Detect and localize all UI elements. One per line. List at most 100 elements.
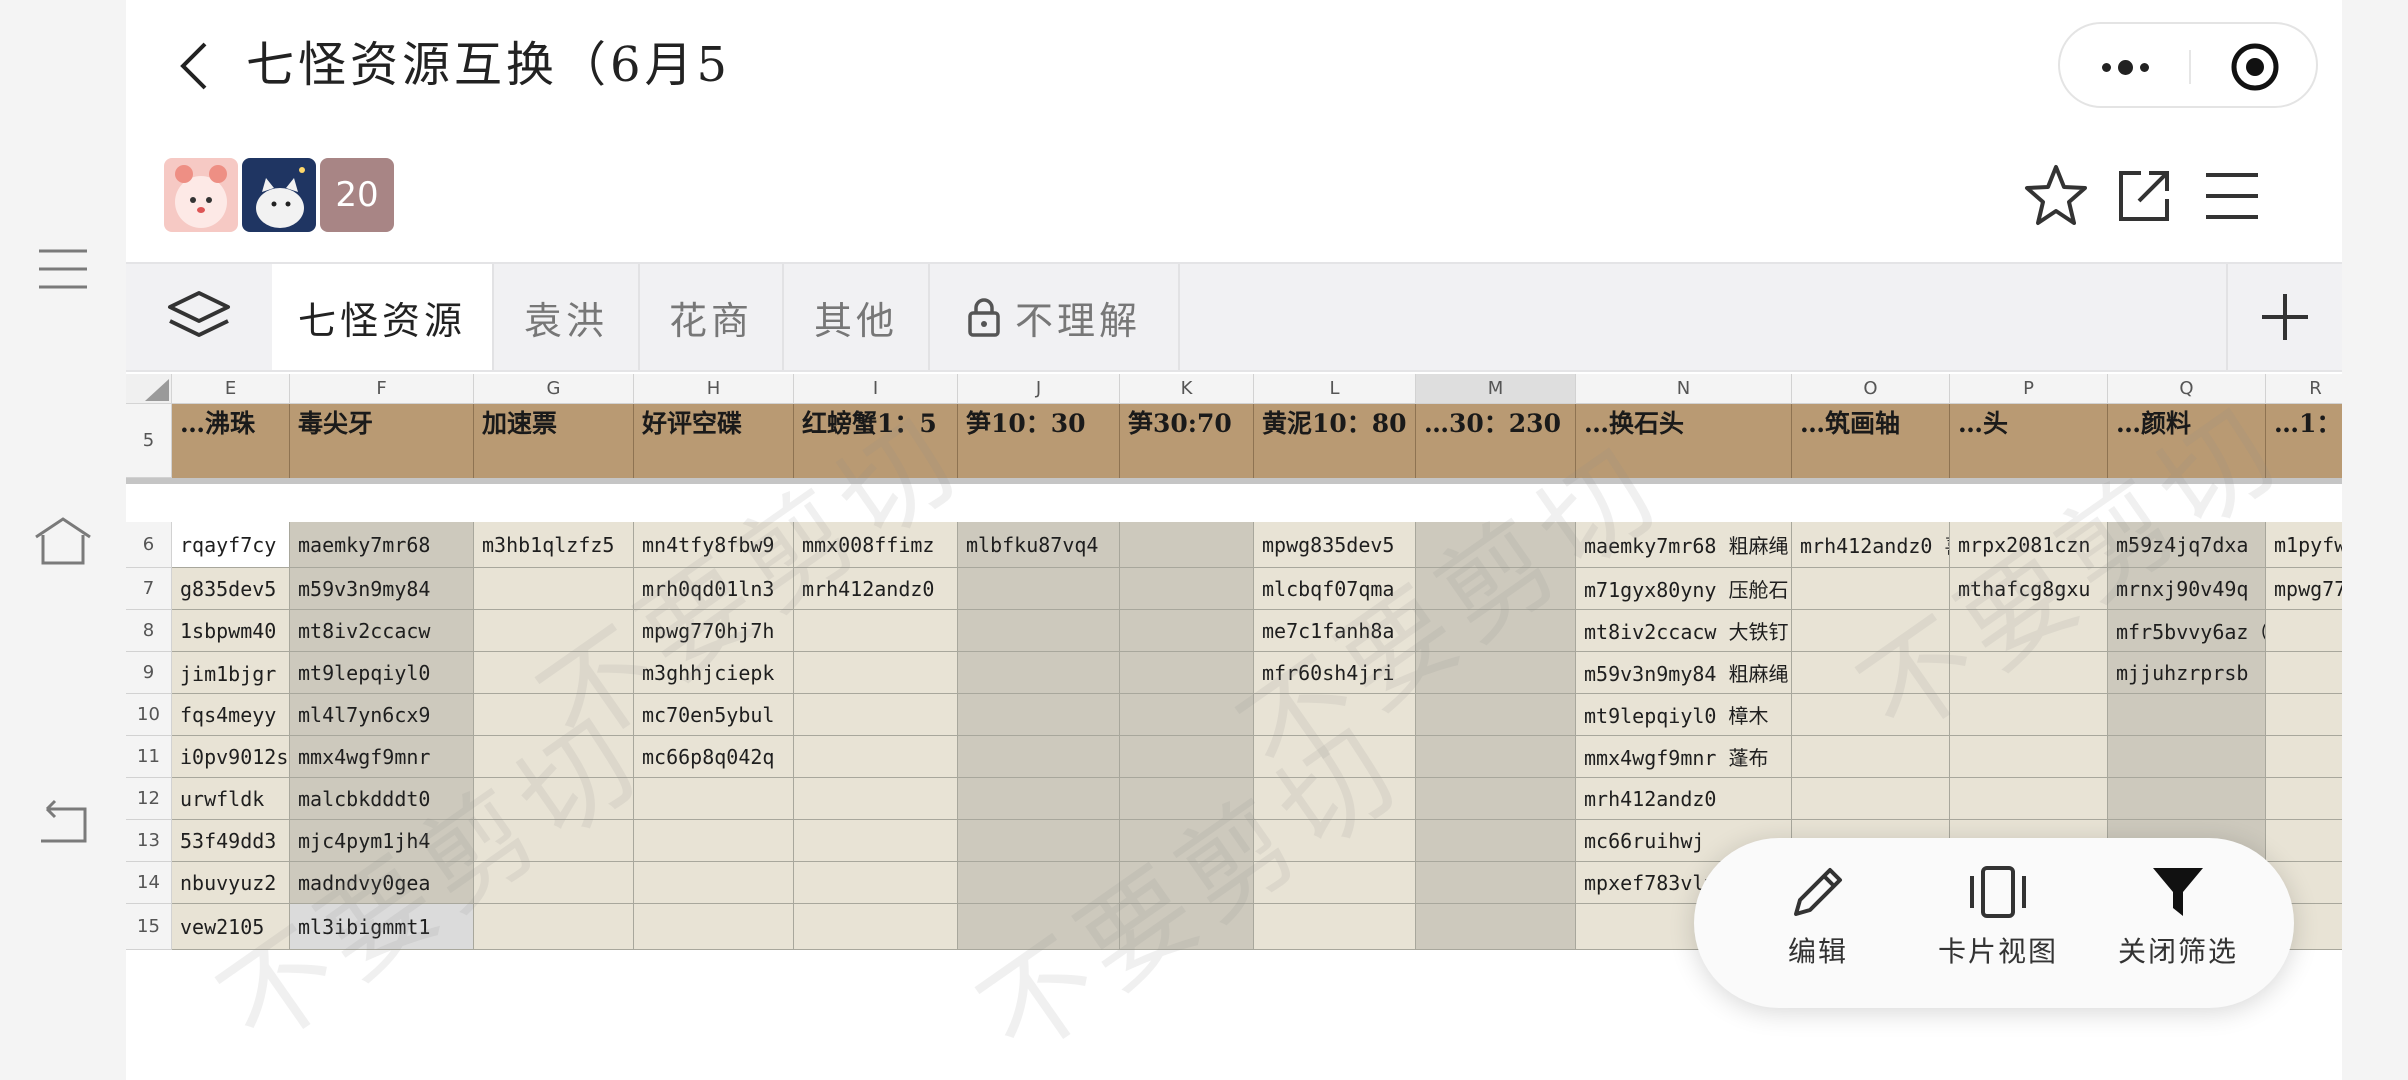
header-cell-h[interactable]: 好评空碟 <box>634 404 794 478</box>
close-filter-button[interactable]: 关闭筛选 <box>2098 864 2258 984</box>
table-cell[interactable]: mn4tfy8fbw9 <box>634 522 794 568</box>
table-cell[interactable]: 1sbpwm40 <box>172 610 290 652</box>
table-cell[interactable] <box>634 820 794 862</box>
table-cell[interactable] <box>958 568 1120 610</box>
table-cell[interactable] <box>1950 736 2108 778</box>
table-cell[interactable] <box>1416 736 1576 778</box>
table-cell[interactable] <box>2108 694 2266 736</box>
header-cell-k[interactable]: 笋30:70 <box>1120 404 1254 478</box>
table-cell[interactable] <box>1416 820 1576 862</box>
column-header-e[interactable]: E <box>172 374 290 404</box>
table-cell[interactable] <box>474 736 634 778</box>
table-cell[interactable]: m71gyx80yny 压舱石 <box>1576 568 1792 610</box>
menu-button[interactable] <box>2194 158 2270 234</box>
table-cell[interactable]: mmx008ffimz <box>794 522 958 568</box>
table-cell[interactable] <box>2266 820 2342 862</box>
table-cell[interactable]: maemky7mr68 <box>290 522 474 568</box>
back-button[interactable] <box>164 28 224 104</box>
table-cell[interactable]: mlcbqf07qma <box>1254 568 1416 610</box>
table-cell[interactable] <box>1120 778 1254 820</box>
header-cell-p[interactable]: …头 <box>1950 404 2108 478</box>
column-header-m[interactable]: M <box>1416 374 1576 404</box>
row-header-12[interactable]: 12 <box>126 778 172 820</box>
table-cell[interactable] <box>1120 904 1254 950</box>
table-cell[interactable]: mrpx2081czn <box>1950 522 2108 568</box>
table-cell[interactable]: vew2105 <box>172 904 290 950</box>
table-cell[interactable]: mrh412andz0 喜 <box>1792 522 1950 568</box>
table-cell[interactable] <box>1254 862 1416 904</box>
column-header-o[interactable]: O <box>1792 374 1950 404</box>
table-cell[interactable] <box>958 778 1120 820</box>
table-cell[interactable] <box>1416 904 1576 950</box>
table-cell[interactable]: m1pyfw <box>2266 522 2342 568</box>
table-cell[interactable] <box>1120 522 1254 568</box>
more-button[interactable] <box>2080 42 2170 92</box>
header-cell-l[interactable]: 黄泥10：80 <box>1254 404 1416 478</box>
table-cell[interactable]: mmx4wgf9mnr 蓬布 <box>1576 736 1792 778</box>
table-cell[interactable]: g835dev5 <box>172 568 290 610</box>
header-cell-q[interactable]: …颜料 <box>2108 404 2266 478</box>
row-header-9[interactable]: 9 <box>126 652 172 694</box>
column-header-j[interactable]: J <box>958 374 1120 404</box>
table-cell[interactable] <box>1416 862 1576 904</box>
table-cell[interactable] <box>1120 862 1254 904</box>
table-cell[interactable]: m59v3n9my84 <box>290 568 474 610</box>
share-button[interactable] <box>2106 158 2182 234</box>
table-cell[interactable] <box>1950 652 2108 694</box>
table-cell[interactable] <box>1120 568 1254 610</box>
table-cell[interactable] <box>1792 610 1950 652</box>
table-cell[interactable] <box>2266 736 2342 778</box>
column-header-f[interactable]: F <box>290 374 474 404</box>
table-cell[interactable]: urwfldk <box>172 778 290 820</box>
table-cell[interactable] <box>1120 736 1254 778</box>
header-cell-r[interactable]: …1：3 <box>2266 404 2342 478</box>
header-cell-g[interactable]: 加速票 <box>474 404 634 478</box>
header-cell-f[interactable]: 毒尖牙 <box>290 404 474 478</box>
table-cell[interactable]: m59z4jq7dxa <box>2108 522 2266 568</box>
table-cell[interactable]: mrh412andz0 <box>1576 778 1792 820</box>
table-cell[interactable] <box>958 904 1120 950</box>
column-header-n[interactable]: N <box>1576 374 1792 404</box>
table-cell[interactable] <box>1792 778 1950 820</box>
table-cell[interactable] <box>794 694 958 736</box>
column-header-k[interactable]: K <box>1120 374 1254 404</box>
column-header-l[interactable]: L <box>1254 374 1416 404</box>
table-cell[interactable] <box>1950 778 2108 820</box>
nav-menu-button[interactable] <box>28 234 98 304</box>
table-cell[interactable]: mt9lepqiyl0 <box>290 652 474 694</box>
table-cell[interactable]: jim1bjgr（30: <box>172 652 290 694</box>
tab-flower-merchant[interactable]: 花商 <box>640 264 784 370</box>
table-cell[interactable]: ml3ibigmmt1 <box>290 904 474 950</box>
column-header-r[interactable]: R <box>2266 374 2342 404</box>
nav-back-button[interactable] <box>28 788 98 858</box>
table-cell[interactable]: mthafcg8gxu <box>1950 568 2108 610</box>
table-cell[interactable]: nbuvyuz2 <box>172 862 290 904</box>
table-cell[interactable] <box>794 904 958 950</box>
table-cell[interactable]: mfr5bvvy6az（2:3） <box>2108 610 2266 652</box>
table-cell[interactable] <box>474 652 634 694</box>
column-header-p[interactable]: P <box>1950 374 2108 404</box>
row-header-13[interactable]: 13 <box>126 820 172 862</box>
row-header-14[interactable]: 14 <box>126 862 172 904</box>
table-cell[interactable] <box>1120 820 1254 862</box>
table-cell[interactable]: mt8iv2ccacw 大铁钉 <box>1576 610 1792 652</box>
table-cell[interactable] <box>474 568 634 610</box>
table-cell[interactable]: m3ghhjciepk <box>634 652 794 694</box>
table-cell[interactable] <box>794 610 958 652</box>
table-cell[interactable] <box>1254 904 1416 950</box>
table-cell[interactable]: mc66p8q042q <box>634 736 794 778</box>
row-header-5[interactable]: 5 <box>126 404 172 478</box>
table-cell[interactable]: 53f49dd3 <box>172 820 290 862</box>
column-header-g[interactable]: G <box>474 374 634 404</box>
table-cell[interactable]: mt8iv2ccacw <box>290 610 474 652</box>
row-header-7[interactable]: 7 <box>126 568 172 610</box>
select-all-corner[interactable] <box>126 374 172 404</box>
table-cell[interactable] <box>474 778 634 820</box>
table-cell[interactable] <box>958 652 1120 694</box>
table-cell[interactable] <box>794 820 958 862</box>
table-cell[interactable] <box>1792 736 1950 778</box>
table-cell[interactable] <box>958 610 1120 652</box>
table-cell[interactable] <box>2266 610 2342 652</box>
table-cell[interactable]: maemky7mr68 粗麻绳 <box>1576 522 1792 568</box>
table-cell[interactable] <box>1416 778 1576 820</box>
